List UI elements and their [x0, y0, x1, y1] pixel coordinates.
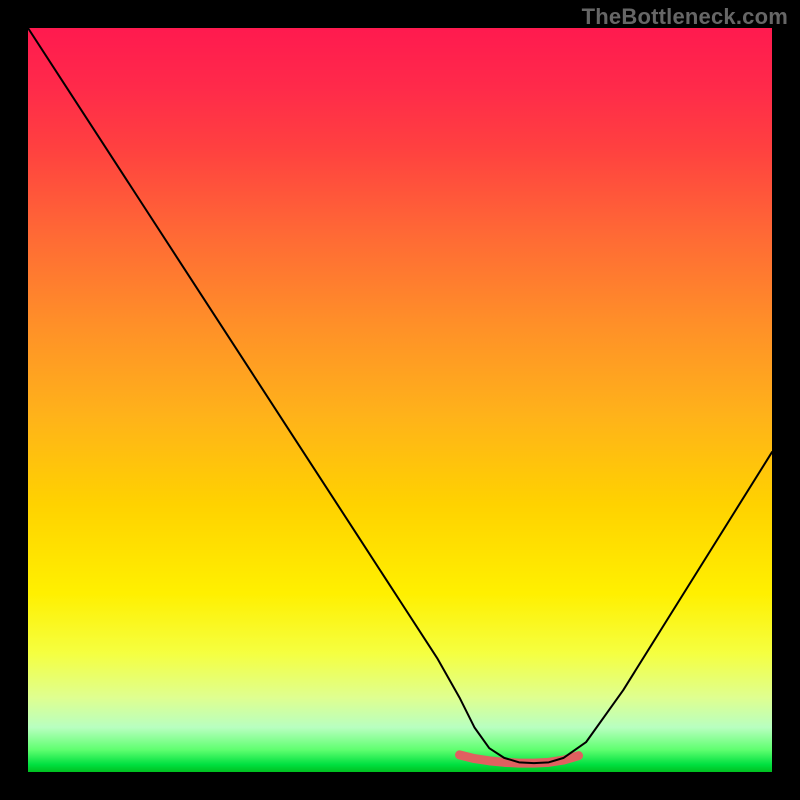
curve-layer: [28, 28, 772, 772]
chart-container: TheBottleneck.com: [0, 0, 800, 800]
main-curve: [28, 28, 772, 763]
watermark-text: TheBottleneck.com: [582, 4, 788, 30]
plot-area: [28, 28, 772, 772]
